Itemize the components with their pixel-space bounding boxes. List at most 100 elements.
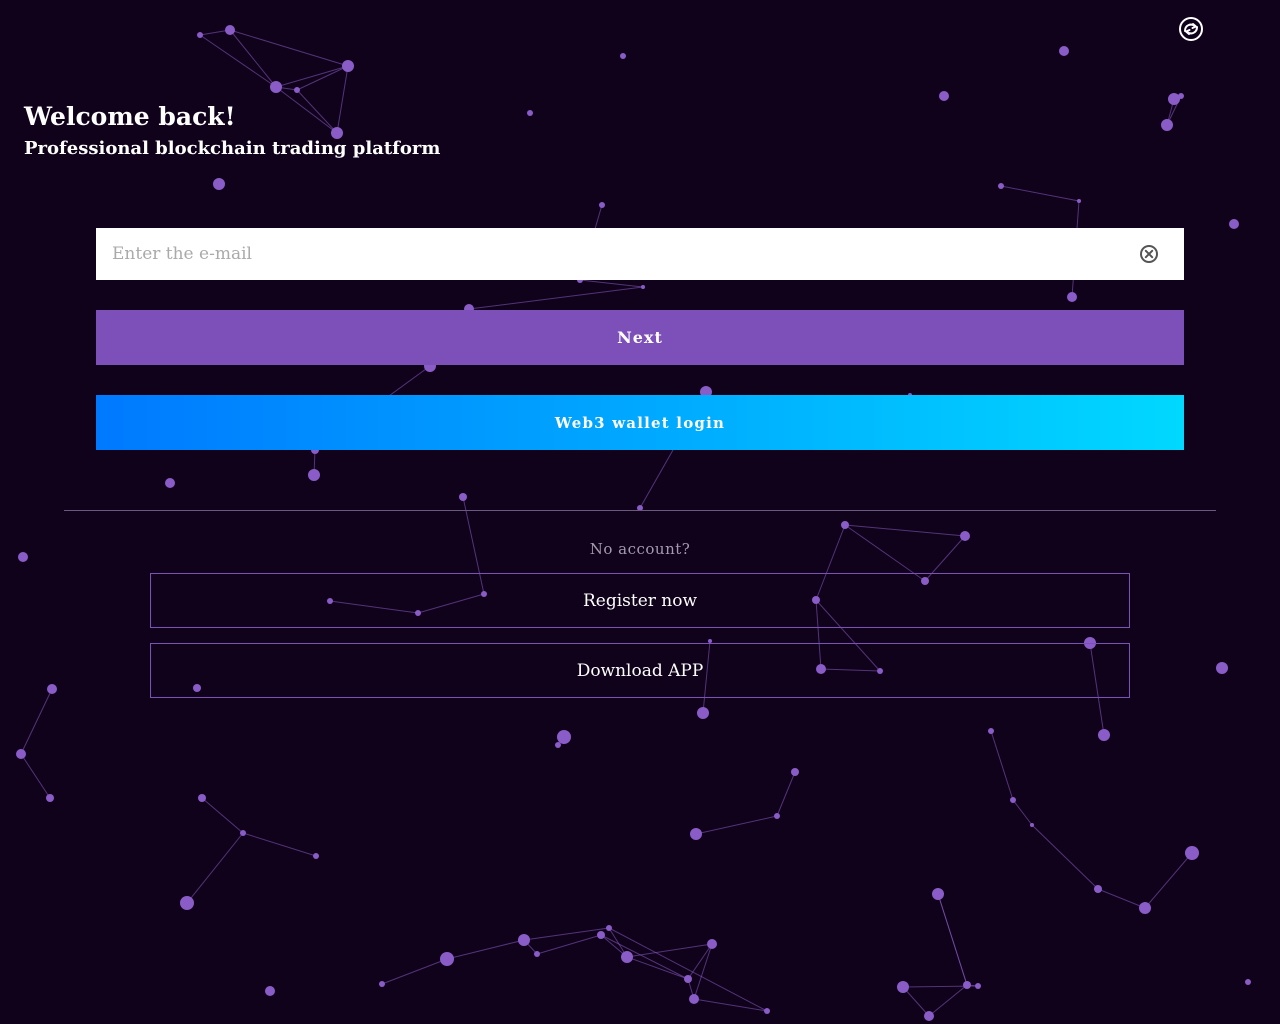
network-node — [988, 728, 994, 734]
network-node — [963, 981, 971, 989]
network-node — [265, 986, 275, 996]
network-link — [600, 934, 689, 980]
network-link — [1012, 799, 1033, 826]
network-node — [924, 1011, 934, 1021]
network-node — [621, 951, 633, 963]
network-node — [16, 749, 26, 759]
network-link — [296, 65, 349, 91]
network-node — [1094, 885, 1102, 893]
network-link — [186, 832, 244, 904]
network-node — [684, 975, 692, 983]
email-input[interactable] — [96, 228, 1138, 280]
network-node — [1245, 979, 1251, 985]
network-node — [597, 931, 605, 939]
network-link — [928, 984, 968, 1017]
network-node — [764, 1008, 770, 1014]
network-link — [990, 730, 1014, 801]
network-link — [1144, 852, 1193, 909]
network-link — [275, 65, 349, 88]
web3-wallet-login-button[interactable]: Web3 wallet login — [96, 395, 1184, 450]
network-node — [555, 742, 561, 748]
network-node — [975, 983, 981, 989]
network-link — [20, 753, 51, 799]
network-node — [213, 178, 225, 190]
network-node — [1178, 93, 1184, 99]
network-link — [446, 939, 525, 960]
download-app-button[interactable]: Download APP — [150, 643, 1130, 698]
network-node — [1229, 219, 1239, 229]
network-node — [197, 32, 203, 38]
network-link — [776, 771, 796, 817]
network-link — [275, 86, 338, 134]
network-node — [1098, 729, 1110, 741]
network-node — [620, 53, 626, 59]
network-node — [459, 493, 467, 501]
section-divider — [64, 510, 1216, 511]
network-node — [1059, 46, 1069, 56]
network-node — [1216, 662, 1228, 674]
network-node — [1168, 93, 1180, 105]
network-node — [1067, 292, 1077, 302]
network-link — [608, 927, 768, 1012]
network-link — [1000, 185, 1080, 202]
network-node — [998, 183, 1004, 189]
network-link — [687, 943, 713, 980]
network-link — [336, 65, 349, 134]
network-node — [440, 952, 454, 966]
network-node — [1077, 199, 1081, 203]
network-node — [641, 285, 645, 289]
network-node — [1185, 846, 1199, 860]
network-node — [599, 202, 605, 208]
network-link — [536, 934, 602, 955]
network-link — [693, 943, 713, 1000]
language-switch-button[interactable] — [1176, 14, 1206, 44]
network-node — [1030, 823, 1034, 827]
network-link — [381, 958, 448, 985]
network-link — [242, 832, 317, 857]
register-now-button[interactable]: Register now — [150, 573, 1130, 628]
network-node — [897, 981, 909, 993]
network-link — [201, 797, 244, 834]
network-node — [689, 994, 699, 1004]
network-link — [523, 927, 610, 941]
network-link — [296, 89, 338, 134]
network-node — [308, 469, 320, 481]
network-link — [626, 956, 689, 980]
network-node — [518, 934, 530, 946]
network-node — [527, 110, 533, 116]
network-node — [697, 707, 709, 719]
clear-circle-x-icon — [1140, 245, 1158, 263]
network-link — [844, 524, 966, 537]
network-node — [240, 830, 246, 836]
network-node — [270, 81, 282, 93]
clear-input-button[interactable] — [1138, 243, 1160, 265]
network-node — [707, 939, 717, 949]
network-node — [165, 478, 175, 488]
network-node — [198, 794, 206, 802]
network-node — [841, 521, 849, 529]
network-link — [199, 34, 277, 88]
network-node — [791, 768, 799, 776]
page-title: Welcome back! — [24, 102, 236, 131]
network-node — [180, 896, 194, 910]
network-node — [690, 828, 702, 840]
network-link — [1031, 824, 1099, 890]
language-switch-icon — [1179, 17, 1203, 41]
network-node — [606, 925, 612, 931]
network-link — [468, 286, 644, 310]
network-node — [46, 794, 54, 802]
no-account-prompt: No account? — [589, 540, 691, 558]
network-node — [1161, 119, 1173, 131]
network-link — [1097, 888, 1146, 909]
network-node — [294, 87, 300, 93]
network-link — [229, 29, 349, 67]
email-field-container — [96, 228, 1184, 280]
next-button[interactable]: Next — [96, 310, 1184, 365]
network-node — [557, 730, 571, 744]
network-link — [229, 29, 277, 88]
network-link — [20, 688, 53, 755]
network-node — [534, 951, 540, 957]
network-node — [774, 813, 780, 819]
network-node — [313, 853, 319, 859]
network-node — [47, 684, 57, 694]
